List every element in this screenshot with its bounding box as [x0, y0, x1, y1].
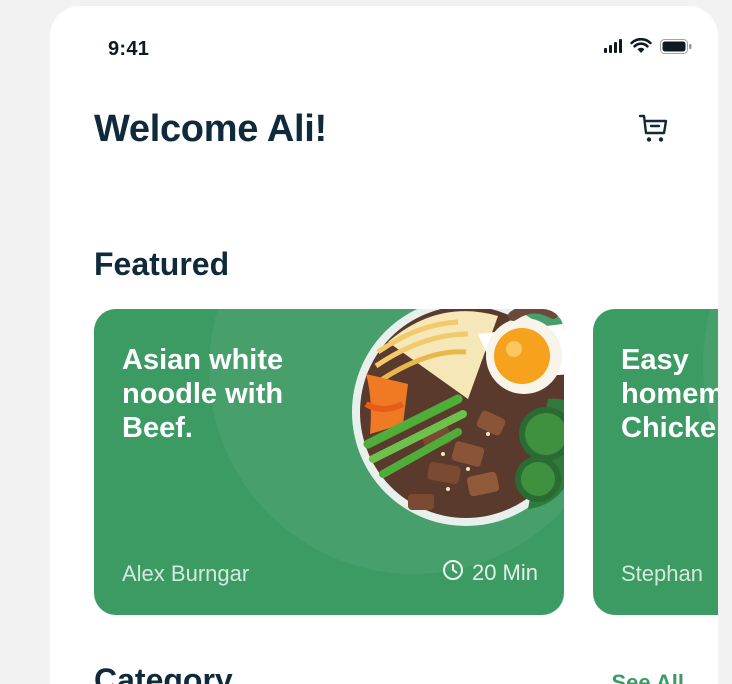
card-author: Stephan: [621, 561, 703, 586]
status-bar: 9:41: [50, 6, 718, 86]
see-all-link[interactable]: See All: [611, 670, 684, 684]
featured-card[interactable]: Easy homemade Chicken Stephan: [593, 309, 718, 615]
card-author: Alex Burngar: [122, 561, 250, 586]
app-screen: 9:41 Welcome Ali! Featured Asian white n…: [50, 6, 718, 684]
page-title: Welcome Ali!: [94, 108, 327, 150]
battery-icon: [660, 38, 692, 54]
featured-card[interactable]: Asian white noodle with Beef. Alex Burng…: [94, 309, 564, 615]
signal-icon: [604, 39, 622, 53]
category-heading: Category: [94, 662, 233, 684]
cart-icon: [637, 111, 671, 150]
card-duration-text: 20 Min: [471, 560, 538, 585]
status-icons: [604, 38, 692, 54]
clock-icon: [442, 559, 464, 587]
cart-button[interactable]: [634, 110, 674, 150]
card-duration: 20 Min: [442, 559, 538, 587]
noodle-bowl-image: [348, 309, 564, 549]
featured-heading: Featured: [94, 246, 230, 282]
card-title: Easy homemade Chicken: [621, 344, 718, 444]
wifi-icon: [630, 38, 652, 54]
status-time: 9:41: [108, 38, 150, 60]
card-title: Asian white noodle with Beef.: [122, 344, 284, 444]
